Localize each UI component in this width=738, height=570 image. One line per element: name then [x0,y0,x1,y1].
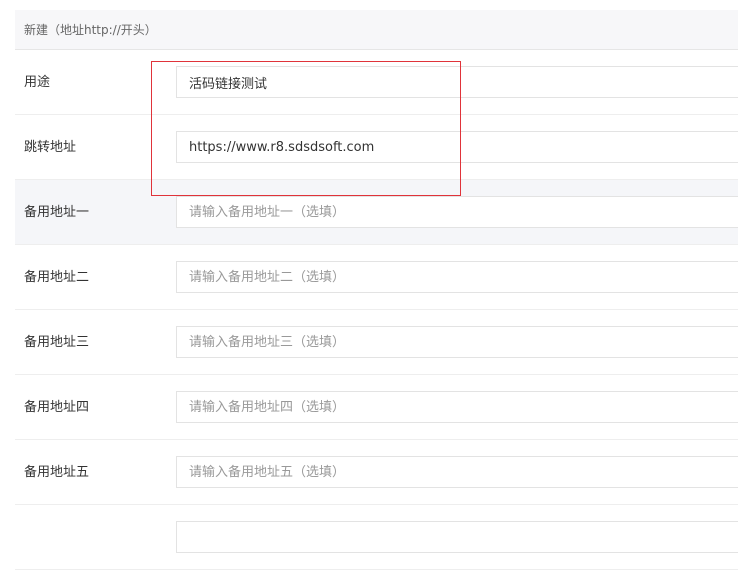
backup-url-1-input[interactable] [176,196,738,228]
address-form-panel: 新建（地址http://开头） 用途 跳转地址 备用地址一 备用地址二 备用地址… [15,10,738,570]
backup-url-2-label: 备用地址二 [24,270,90,285]
form-header-title: 新建（地址http://开头） [15,10,738,50]
form-row-backup-url-2: 备用地址二 [15,245,738,310]
redirect-url-label: 跳转地址 [24,140,77,155]
backup-url-1-label: 备用地址一 [24,205,90,220]
form-row-purpose: 用途 [15,50,738,115]
form-row-redirect-url: 跳转地址 [15,115,738,180]
backup-url-4-label: 备用地址四 [24,400,90,415]
form-row-backup-url-4: 备用地址四 [15,375,738,440]
purpose-input[interactable] [176,66,738,98]
redirect-url-input[interactable] [176,131,738,163]
backup-url-3-input[interactable] [176,326,738,358]
form-row-backup-url-3: 备用地址三 [15,310,738,375]
backup-url-2-input[interactable] [176,261,738,293]
backup-url-4-input[interactable] [176,391,738,423]
partial-next-input[interactable] [176,521,738,553]
backup-url-5-input[interactable] [176,456,738,488]
form-row-partial [15,505,738,570]
purpose-label: 用途 [24,75,51,90]
backup-url-5-label: 备用地址五 [24,465,90,480]
form-row-backup-url-1: 备用地址一 [15,180,738,245]
form-row-backup-url-5: 备用地址五 [15,440,738,505]
backup-url-3-label: 备用地址三 [24,335,90,350]
